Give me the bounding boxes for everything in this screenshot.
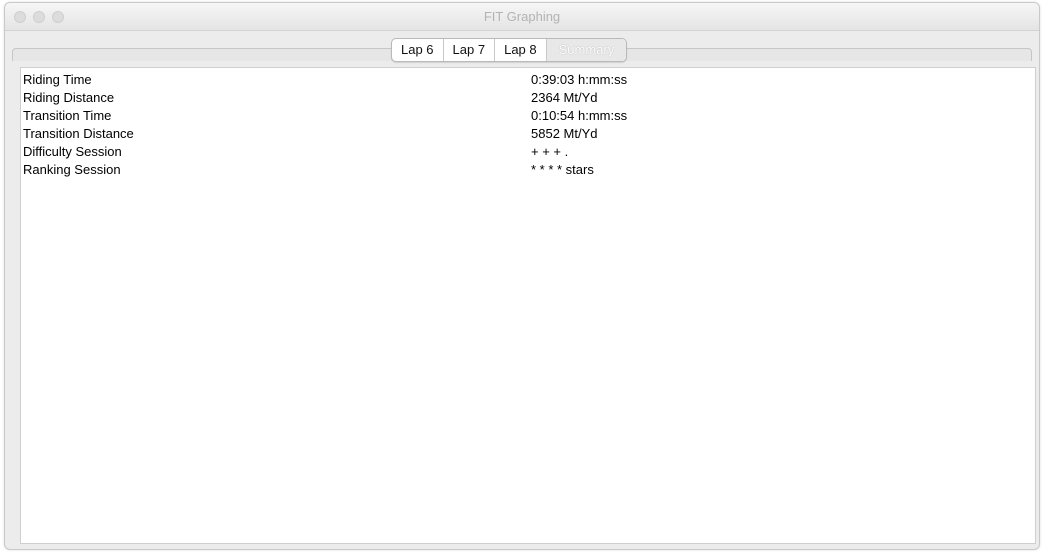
summary-row-ranking-session: Ranking Session * * * * stars	[21, 161, 1035, 179]
summary-value: 0:39:03 h:mm:ss	[531, 72, 628, 87]
tab-summary[interactable]: Summary	[546, 39, 627, 61]
summary-label: Riding Time	[23, 72, 92, 87]
summary-label: Difficulty Session	[23, 144, 122, 159]
app-window: FIT Graphing Lap 6 Lap 7 Lap 8 Summary R…	[4, 2, 1040, 550]
summary-row-transition-distance: Transition Distance 5852 Mt/Yd	[21, 125, 1035, 143]
tab-lap-8[interactable]: Lap 8	[495, 39, 547, 61]
title-bar[interactable]: FIT Graphing	[5, 3, 1039, 31]
summary-row-riding-time: Riding Time 0:39:03 h:mm:ss	[21, 71, 1035, 89]
summary-label: Transition Time	[23, 108, 112, 123]
summary-row-transition-time: Transition Time 0:10:54 h:mm:ss	[21, 107, 1035, 125]
tab-lap-6[interactable]: Lap 6	[392, 39, 444, 61]
summary-row-riding-distance: Riding Distance 2364 Mt/Yd	[21, 89, 1035, 107]
tab-bar: Lap 6 Lap 7 Lap 8 Summary	[391, 38, 628, 62]
summary-label: Riding Distance	[23, 90, 115, 105]
summary-value: * * * * stars	[531, 162, 594, 177]
summary-value: 2364 Mt/Yd	[531, 90, 598, 105]
summary-value: + + + .	[531, 144, 569, 159]
summary-panel: Riding Time 0:39:03 h:mm:ss Riding Dista…	[20, 67, 1036, 544]
summary-row-difficulty-session: Difficulty Session + + + .	[21, 143, 1035, 161]
tab-lap-7[interactable]: Lap 7	[444, 39, 496, 61]
summary-label: Transition Distance	[23, 126, 134, 141]
summary-value: 5852 Mt/Yd	[531, 126, 598, 141]
window-title: FIT Graphing	[483, 9, 561, 24]
summary-label: Ranking Session	[23, 162, 121, 177]
summary-list: Riding Time 0:39:03 h:mm:ss Riding Dista…	[21, 71, 1035, 179]
summary-value: 0:10:54 h:mm:ss	[531, 108, 628, 123]
